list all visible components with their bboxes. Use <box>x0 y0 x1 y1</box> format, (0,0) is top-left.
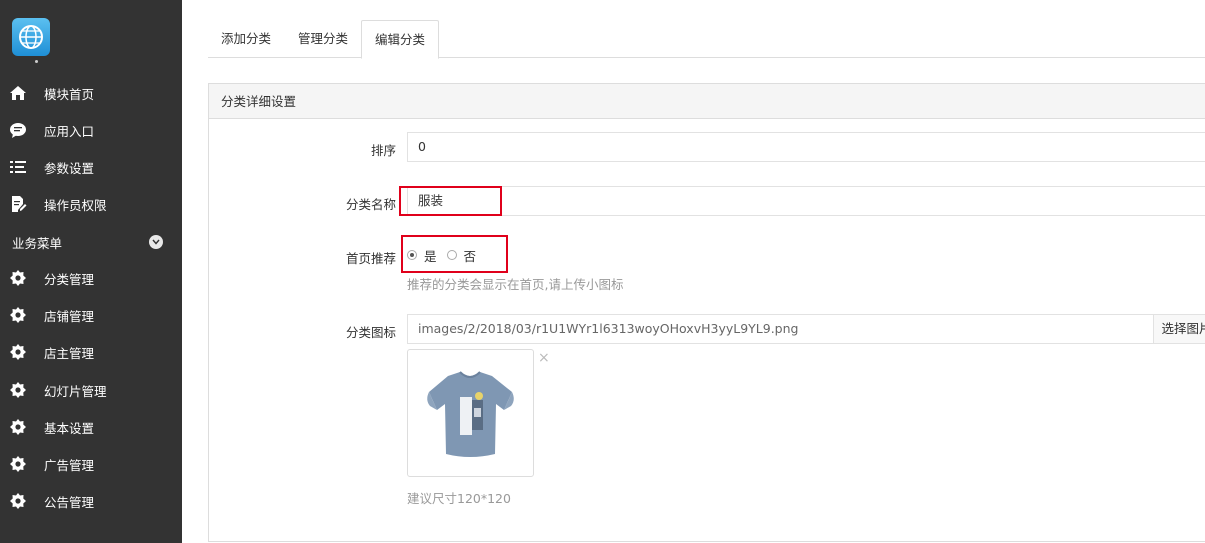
sidebar-item-label: 分类管理 <box>44 271 95 287</box>
sidebar-item-operator-permissions[interactable]: 操作员权限 <box>0 189 182 219</box>
sidebar-item-param-settings[interactable]: 参数设置 <box>0 152 182 182</box>
tab-add-category[interactable]: 添加分类 <box>208 20 284 58</box>
sidebar-group-title: 业务菜单 <box>12 236 63 251</box>
sidebar-item-label: 店主管理 <box>44 345 95 361</box>
sidebar-item-label: 参数设置 <box>44 160 95 176</box>
highlight-box-name <box>399 186 502 216</box>
tab-edit-category[interactable]: 编辑分类 <box>361 20 440 59</box>
icon-size-hint: 建议尺寸120*120 <box>407 491 511 506</box>
category-name-label: 分类名称 <box>345 197 396 212</box>
sidebar-item-ad-management[interactable]: 广告管理 <box>0 449 182 479</box>
category-settings-panel: 分类详细设置 排序 0 分类名称 服装 首页推荐 是 否 推荐的分类会显示在首页… <box>208 83 1205 542</box>
gear-icon <box>9 343 27 361</box>
sidebar-item-label: 应用入口 <box>44 123 95 139</box>
sidebar-item-label: 幻灯片管理 <box>44 383 107 399</box>
category-icon-label: 分类图标 <box>345 325 396 340</box>
logo-dot <box>35 60 38 63</box>
tshirt-image <box>427 371 514 457</box>
sidebar: 模块首页 应用入口 参数设置 操作员权限 业务菜单 分类管理 店铺管理 店主管理… <box>0 0 182 543</box>
recommend-label: 首页推荐 <box>345 251 396 266</box>
list-icon <box>9 158 27 176</box>
sidebar-item-label: 店铺管理 <box>44 308 95 324</box>
sidebar-item-label: 模块首页 <box>44 86 95 102</box>
chat-bubble-icon <box>9 121 27 139</box>
sidebar-item-app-entry[interactable]: 应用入口 <box>0 115 182 145</box>
sidebar-item-label: 广告管理 <box>44 457 95 473</box>
gear-icon <box>9 306 27 324</box>
globe-icon <box>19 25 43 49</box>
choose-image-button[interactable]: 选择图片 <box>1153 315 1205 343</box>
sidebar-item-category-management[interactable]: 分类管理 <box>0 263 182 293</box>
gear-icon <box>9 269 27 287</box>
sidebar-item-basic-settings[interactable]: 基本设置 <box>0 412 182 442</box>
edit-document-icon <box>9 195 27 213</box>
category-icon-preview <box>407 349 534 477</box>
gear-icon <box>9 455 27 473</box>
gear-icon <box>9 418 27 436</box>
sidebar-item-label: 基本设置 <box>44 420 95 436</box>
sidebar-item-slideshow-management[interactable]: 幻灯片管理 <box>0 375 182 405</box>
gear-icon <box>9 381 27 399</box>
sidebar-item-notice-management[interactable]: 公告管理 <box>0 486 182 516</box>
sidebar-item-shop-management[interactable]: 店铺管理 <box>0 300 182 330</box>
sidebar-item-label: 操作员权限 <box>44 197 107 213</box>
panel-title: 分类详细设置 <box>209 84 1205 119</box>
home-icon <box>9 84 27 102</box>
sidebar-item-label: 公告管理 <box>44 494 95 510</box>
category-icon-path-input[interactable]: images/2/2018/03/r1U1WYr1l6313woyOHoxvH3… <box>407 314 1205 344</box>
tab-bar: 添加分类 管理分类 编辑分类 <box>208 20 1205 59</box>
remove-image-icon[interactable]: × <box>538 350 550 366</box>
sort-input[interactable]: 0 <box>407 132 1205 162</box>
chevron-down-icon[interactable] <box>149 235 163 249</box>
main-content: 添加分类 管理分类 编辑分类 分类详细设置 排序 0 分类名称 服装 首页推荐 … <box>182 0 1205 543</box>
sidebar-item-owner-management[interactable]: 店主管理 <box>0 337 182 367</box>
sidebar-item-module-home[interactable]: 模块首页 <box>0 78 182 108</box>
app-logo[interactable] <box>12 18 50 56</box>
recommend-hint: 推荐的分类会显示在首页,请上传小图标 <box>407 277 624 292</box>
highlight-box-recommend <box>401 235 508 273</box>
category-name-input[interactable]: 服装 <box>407 186 1205 216</box>
tab-manage-category[interactable]: 管理分类 <box>285 20 361 58</box>
gear-icon <box>9 492 27 510</box>
icon-path-text: images/2/2018/03/r1U1WYr1l6313woyOHoxvH3… <box>418 321 799 336</box>
sort-label: 排序 <box>370 143 396 158</box>
